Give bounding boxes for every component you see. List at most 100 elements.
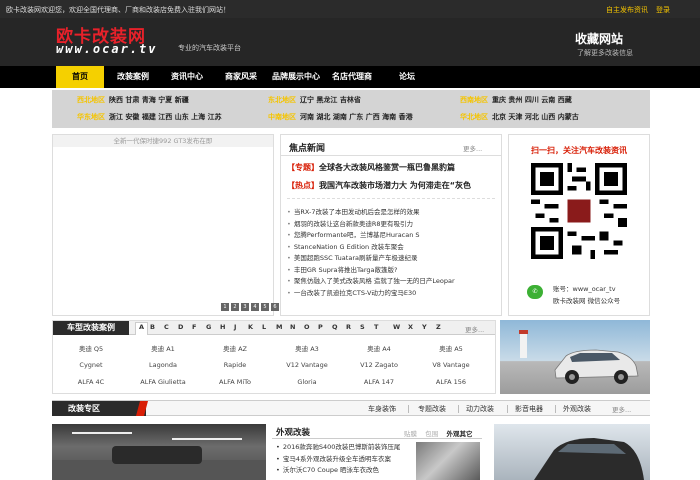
garage-photo[interactable] [52, 424, 266, 480]
zone-link-audio[interactable]: 影音电器 [515, 404, 543, 414]
region-east[interactable]: 华东地区 浙江 安徽 福建 江西 山东 上海 江苏 [77, 110, 222, 124]
model-link[interactable]: Rapide [199, 361, 271, 369]
wechat-account: 账号：www_ocar_tv [553, 285, 616, 293]
exterior-item[interactable]: 沃尔沃C70 Coupe 晒泳车衣改色 [276, 465, 414, 477]
region-northwest[interactable]: 西北地区 陕西 甘肃 青海 宁夏 新疆 [77, 93, 189, 107]
letter-tab[interactable]: O [304, 323, 310, 331]
bookmark-site-button[interactable]: 收藏网站 [575, 30, 623, 47]
model-link[interactable]: ALFA 4C [55, 378, 127, 386]
letter-tab[interactable]: F [192, 323, 196, 331]
model-link[interactable]: Cygnet [55, 361, 127, 369]
slide-dot[interactable]: 5 [261, 303, 269, 311]
zone-link-special[interactable]: 专题改装 [418, 404, 446, 414]
nav-home[interactable]: 首页 [56, 66, 104, 88]
news-item[interactable]: 一台改装了凯迪拉克CTS-V动力的宝马E30 [287, 288, 497, 300]
news-more-link[interactable]: 更多... [463, 143, 482, 153]
qr-title: 扫一扫，关注汽车改装资讯 [531, 146, 627, 155]
publish-link[interactable]: 自主发布资讯 [606, 5, 648, 15]
tab-wrap[interactable]: 贴膜 [404, 430, 417, 438]
wechat-qr-panel: 扫一扫，关注汽车改装资讯 ✆ 账号：www_ocar_tv 欧卡改装网 微信公众… [508, 134, 650, 316]
model-link[interactable]: Gloria [271, 378, 343, 386]
letter-tab[interactable]: Y [422, 323, 427, 331]
nav-forum[interactable]: 论坛 [399, 66, 415, 88]
model-cases-panel: 车型改装案例 A B C D F G H J K L M N O P Q R S… [52, 320, 496, 394]
nav-dealers[interactable]: 名店代理商 [332, 66, 372, 88]
featured-slideshow[interactable]: 全新一代保时捷992 GT3发布在即 1 2 3 4 5 6 [52, 134, 279, 316]
news-item[interactable]: 当RX-7改装了本田发动机后会是怎样的效果 [287, 207, 497, 219]
zone-separator [507, 405, 508, 413]
news-item[interactable]: 烟羽的改装让这台新款奥迪R8更有吸引力 [287, 219, 497, 231]
letter-tab[interactable]: J [234, 323, 236, 331]
letter-tab[interactable]: H [220, 323, 225, 331]
region-north[interactable]: 华北地区 北京 天津 河北 山西 内蒙古 [460, 110, 579, 124]
letter-tab[interactable]: Q [332, 323, 338, 331]
model-link[interactable]: 奥迪 A1 [127, 343, 199, 353]
model-link[interactable]: ALFA 147 [343, 378, 415, 386]
region-central-south[interactable]: 中南地区 河南 湖北 湖南 广东 广西 海南 香港 [268, 110, 413, 124]
zone-more-link[interactable]: 更多... [612, 404, 631, 414]
news-item[interactable]: 丰田GR Supra将推出Targa敞篷版? [287, 265, 497, 277]
exterior-list: 2016款奔驰S400改装巴博斯前装饰压尾 宝马4系外观改装升级全车透明车衣案 … [276, 442, 414, 477]
exterior-thumbnail[interactable] [416, 442, 480, 480]
slide-dot[interactable]: 2 [231, 303, 239, 311]
letter-tab[interactable]: A [135, 322, 149, 335]
model-link[interactable]: ALFA 156 [415, 378, 487, 386]
model-link[interactable]: V12 Zagato [343, 361, 415, 369]
car-ad-image[interactable] [500, 320, 650, 394]
letter-tab[interactable]: L [262, 323, 266, 331]
letter-tab[interactable]: S [360, 323, 365, 331]
letter-tab[interactable]: C [164, 323, 169, 331]
letter-tab[interactable]: M [276, 323, 282, 331]
news-item[interactable]: 您腾Performante吧，兰博基尼Huracan S [287, 230, 497, 242]
tab-exterior-other[interactable]: 外观其它 [447, 430, 473, 438]
slide-dot[interactable]: 3 [241, 303, 249, 311]
exterior-item[interactable]: 2016款奔驰S400改装巴博斯前装饰压尾 [276, 442, 414, 454]
letter-tab[interactable]: Z [436, 323, 441, 331]
letter-tab[interactable]: R [346, 323, 351, 331]
tab-bodykit[interactable]: 包围 [425, 430, 438, 438]
model-link[interactable]: 奥迪 Q5 [55, 343, 127, 353]
letter-tab[interactable]: D [178, 323, 183, 331]
model-link[interactable]: V12 Vantage [271, 361, 343, 369]
model-link[interactable]: 奥迪 A4 [343, 343, 415, 353]
letter-tab[interactable]: T [374, 323, 378, 331]
news-item[interactable]: 美国超跑SSC Tuatara刷新量产车极速纪录 [287, 253, 497, 265]
news-item[interactable]: StanceNation G Edition 改装车聚会 [287, 242, 497, 254]
headline-link[interactable]: 【热点】我国汽车改装市场潜力大 为何滞走在“灰色 [287, 180, 493, 191]
letter-tab[interactable]: B [150, 323, 155, 331]
model-link[interactable]: 奥迪 A3 [271, 343, 343, 353]
zone-link-exterior[interactable]: 外观改装 [563, 404, 591, 414]
model-link[interactable]: 奥迪 AZ [199, 343, 271, 353]
slide-caption[interactable]: 全新一代保时捷992 GT3发布在即 [53, 135, 273, 147]
region-filter: 西北地区 陕西 甘肃 青海 宁夏 新疆 东北地区 辽宁 黑龙江 吉林省 西南地区 重庆… [52, 90, 650, 128]
nav-news[interactable]: 资讯中心 [171, 66, 203, 88]
model-link[interactable]: ALFA MiTo [199, 378, 271, 386]
car-photo-right[interactable] [494, 424, 650, 480]
model-link[interactable]: ALFA Giulietta [127, 378, 199, 386]
region-southwest[interactable]: 西南地区 重庆 贵州 四川 云南 西藏 [460, 93, 572, 107]
model-link[interactable]: 奥迪 A5 [415, 343, 487, 353]
news-item[interactable]: 聚焦仿融入了美式改装风格 造就了独一无的日产Leopar [287, 276, 497, 288]
cases-more-link[interactable]: 更多... [465, 324, 484, 334]
letter-tab[interactable]: P [318, 323, 323, 331]
exterior-item[interactable]: 宝马4系外观改装升级全车透明车衣案 [276, 454, 414, 466]
nav-cases[interactable]: 改装案例 [117, 66, 149, 88]
slide-dot[interactable]: 1 [221, 303, 229, 311]
letter-tab[interactable]: W [393, 323, 400, 331]
letter-tab[interactable]: X [408, 323, 413, 331]
letter-tab[interactable]: G [206, 323, 211, 331]
headline-link[interactable]: 【专题】全球各大改装风格鉴赏一瓶巴鲁黑豹篇 [287, 162, 493, 173]
letter-tab[interactable]: N [290, 323, 295, 331]
model-link[interactable]: Lagonda [127, 361, 199, 369]
slide-dot[interactable]: 4 [251, 303, 259, 311]
model-link[interactable]: V8 Vantage [415, 361, 487, 369]
region-northeast[interactable]: 东北地区 辽宁 黑龙江 吉林省 [268, 93, 361, 107]
exterior-divider [272, 438, 482, 439]
zone-link-body[interactable]: 车身装饰 [368, 404, 396, 414]
nav-merchants[interactable]: 商家风采 [225, 66, 257, 88]
slide-dot[interactable]: 6 [271, 303, 279, 311]
letter-tab[interactable]: K [248, 323, 253, 331]
login-link[interactable]: 登录 [656, 5, 670, 15]
nav-brands[interactable]: 品牌展示中心 [272, 66, 320, 88]
zone-link-power[interactable]: 动力改装 [466, 404, 494, 414]
